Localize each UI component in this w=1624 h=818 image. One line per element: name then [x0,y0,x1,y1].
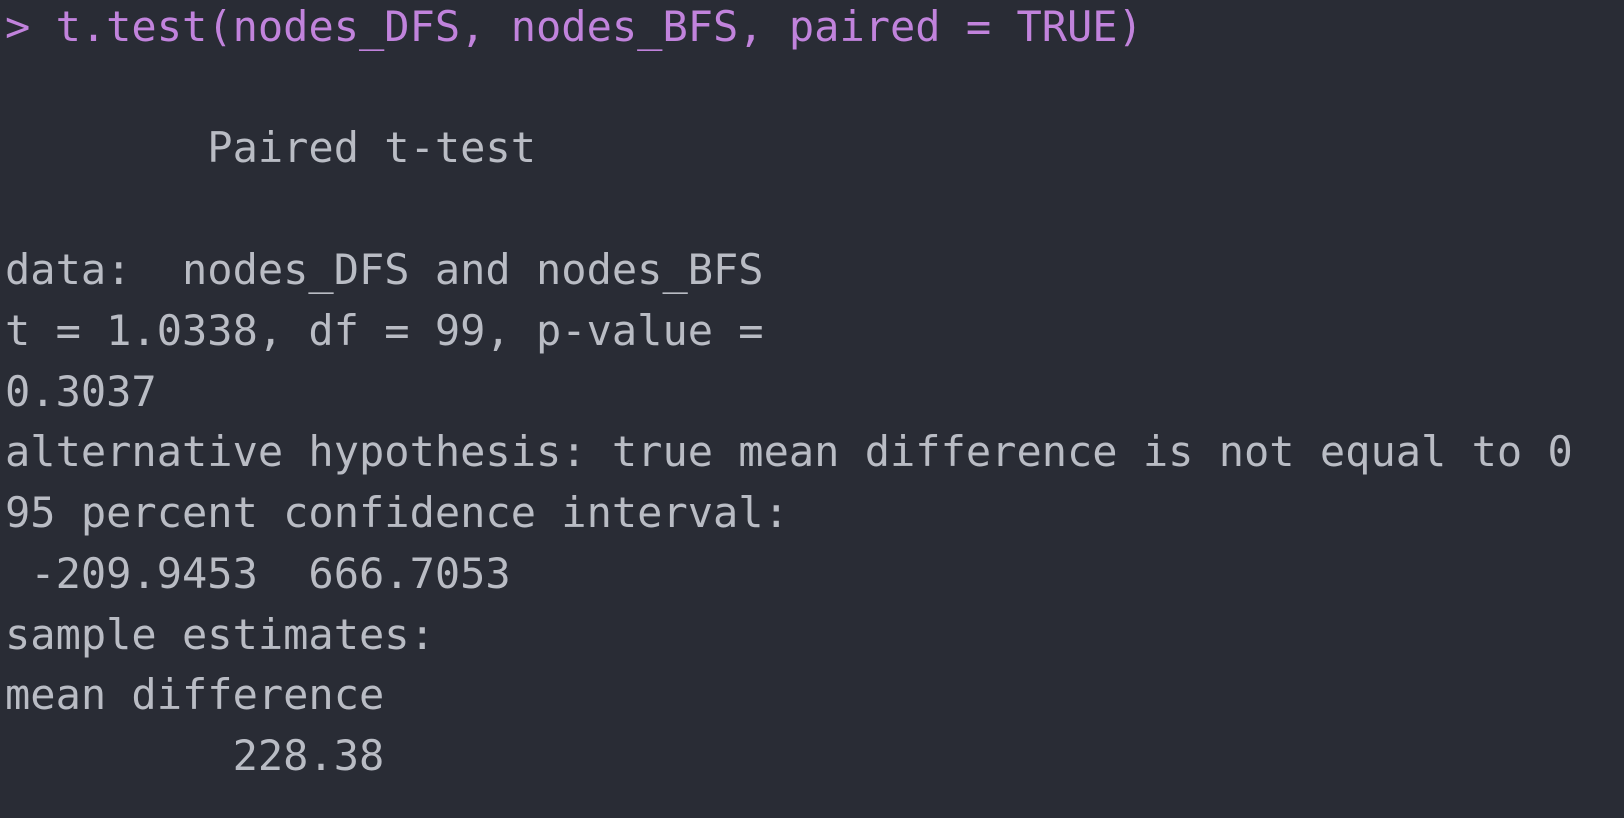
output-ci-values: -209.9453 666.7053 [5,549,511,598]
test-title: Paired t-test [5,123,537,172]
output-estimates-label: sample estimates: [5,610,435,659]
command-line: > t.test(nodes_DFS, nodes_BFS, paired = … [5,0,1143,58]
output-estimate-name: mean difference [5,670,385,719]
command-text: t.test(nodes_DFS, nodes_BFS, paired = TR… [55,2,1143,51]
prompt-symbol: > [5,2,56,51]
output-ci-label: 95 percent confidence interval: [5,488,789,537]
output-alternative-line: alternative hypothesis: true mean differ… [5,427,1573,476]
output-pvalue-line: 0.3037 [5,367,157,416]
output-data-line: data: nodes_DFS and nodes_BFS [5,245,764,294]
output-statistic-line: t = 1.0338, df = 99, p-value = [5,306,764,355]
output-estimate-value: 228.38 [5,731,385,780]
r-console[interactable]: > t.test(nodes_DFS, nodes_BFS, paired = … [0,0,1624,818]
